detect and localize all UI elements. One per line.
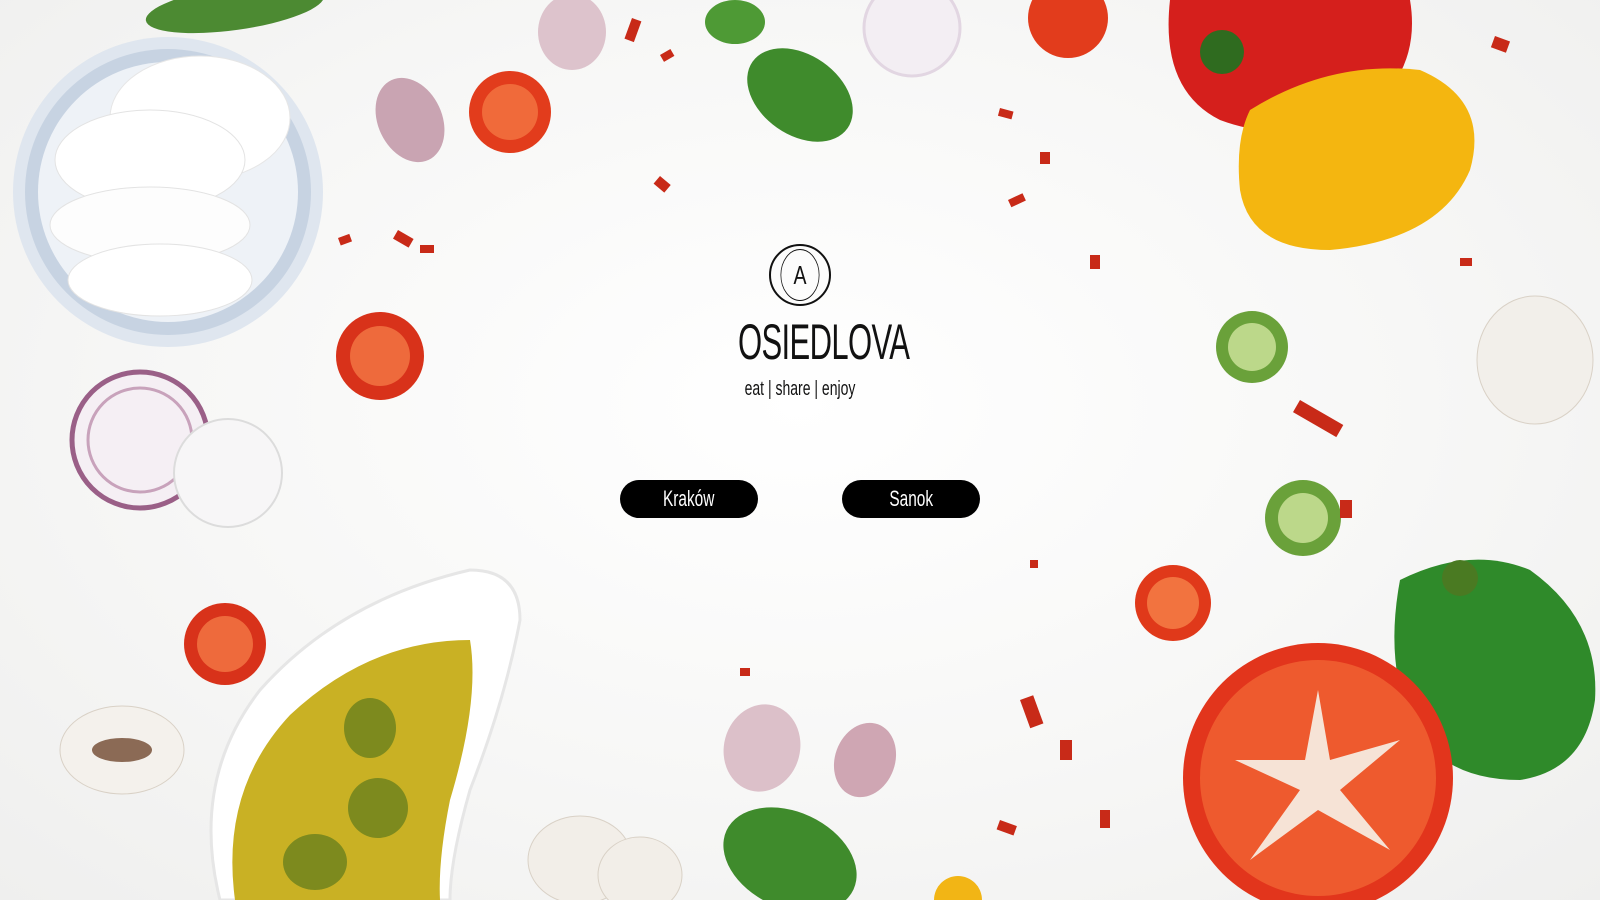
brand-name: OSIEDLOVA xyxy=(738,314,910,370)
location-button-sanok[interactable]: Sanok xyxy=(842,480,980,518)
brand-logo[interactable]: A OSIEDLOVA eat | share | enjoy xyxy=(700,244,910,401)
location-button-krakow[interactable]: Kraków xyxy=(620,480,758,518)
landing-page: A OSIEDLOVA eat | share | enjoy Kraków S… xyxy=(0,0,1600,900)
logo-emblem-letter: A xyxy=(780,249,820,301)
center-content: A OSIEDLOVA eat | share | enjoy Kraków S… xyxy=(0,0,1600,900)
logo-emblem: A xyxy=(769,244,831,306)
location-button-label: Kraków xyxy=(663,486,715,511)
location-button-label: Sanok xyxy=(889,486,933,511)
brand-tagline: eat | share | enjoy xyxy=(744,378,856,400)
